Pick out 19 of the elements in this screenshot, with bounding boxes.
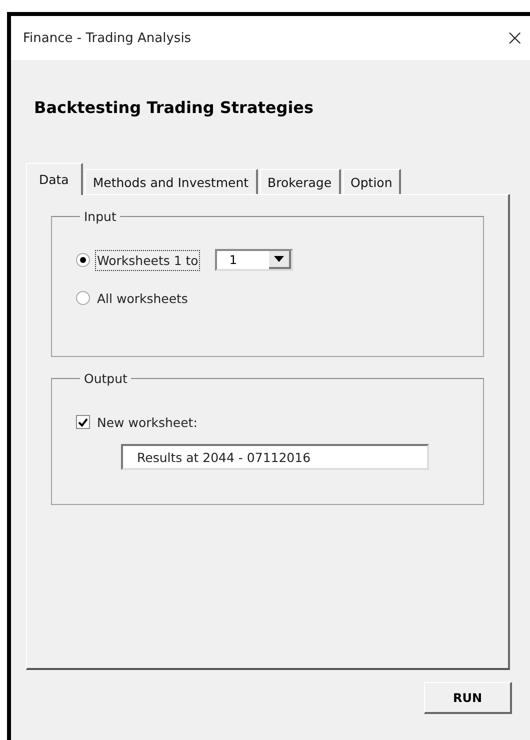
radio-button[interactable] xyxy=(76,253,90,267)
close-button[interactable]: × xyxy=(506,26,524,50)
checkbox[interactable] xyxy=(76,415,90,429)
group-legend: Output xyxy=(80,371,132,386)
run-button[interactable]: RUN xyxy=(424,682,512,714)
tab[interactable]: Methods and Investment xyxy=(84,169,258,194)
radio-label[interactable]: All worksheets xyxy=(95,288,190,308)
checkbox-label[interactable]: New worksheet: xyxy=(95,412,200,432)
tab[interactable]: Data xyxy=(26,163,83,195)
tab[interactable]: Option xyxy=(342,169,402,194)
worksheet-name-field[interactable]: Results at 2044 - 07112016 xyxy=(121,444,429,470)
radio-button[interactable] xyxy=(76,291,90,305)
dialog-heading: Backtesting Trading Strategies xyxy=(34,98,315,119)
radio-label[interactable]: Worksheets 1 to xyxy=(95,250,200,270)
tab[interactable]: Brokerage xyxy=(260,169,341,194)
dropdown-arrow-icon xyxy=(274,256,284,262)
worksheet-dropdown[interactable]: 1 xyxy=(215,249,294,271)
window-title: Finance - Trading Analysis xyxy=(23,30,192,46)
group-legend: Input xyxy=(80,209,120,224)
